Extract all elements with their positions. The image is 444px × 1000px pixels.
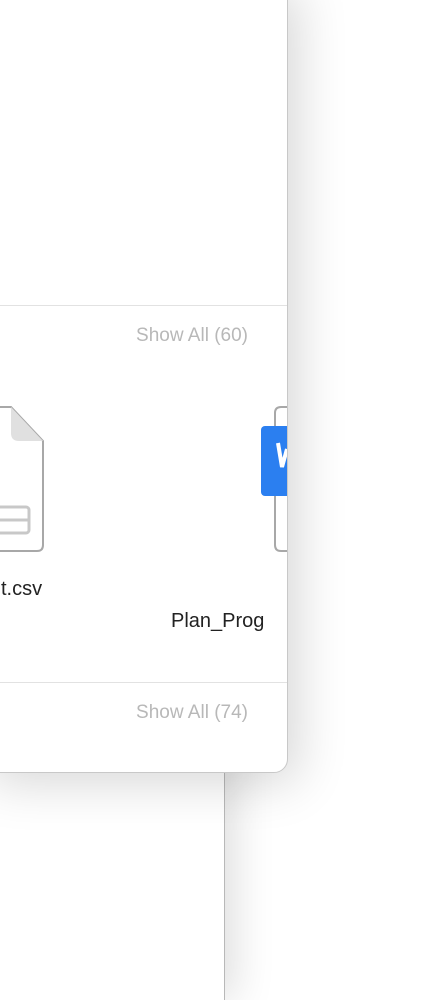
section-divider — [0, 682, 287, 683]
csv-file-icon[interactable] — [0, 405, 47, 553]
file-name-label[interactable]: Plan_Prog — [171, 610, 264, 633]
background-window — [0, 740, 225, 1000]
file-name-label[interactable]: t.csv — [1, 578, 42, 601]
show-all-button[interactable]: Show All (60) — [136, 325, 248, 347]
word-document-icon[interactable] — [261, 405, 288, 553]
section-divider — [0, 305, 287, 306]
show-all-button[interactable]: Show All (74) — [136, 702, 248, 724]
search-results-panel: Show All (60) t.csv Plan_Prog Show All (… — [0, 0, 288, 773]
